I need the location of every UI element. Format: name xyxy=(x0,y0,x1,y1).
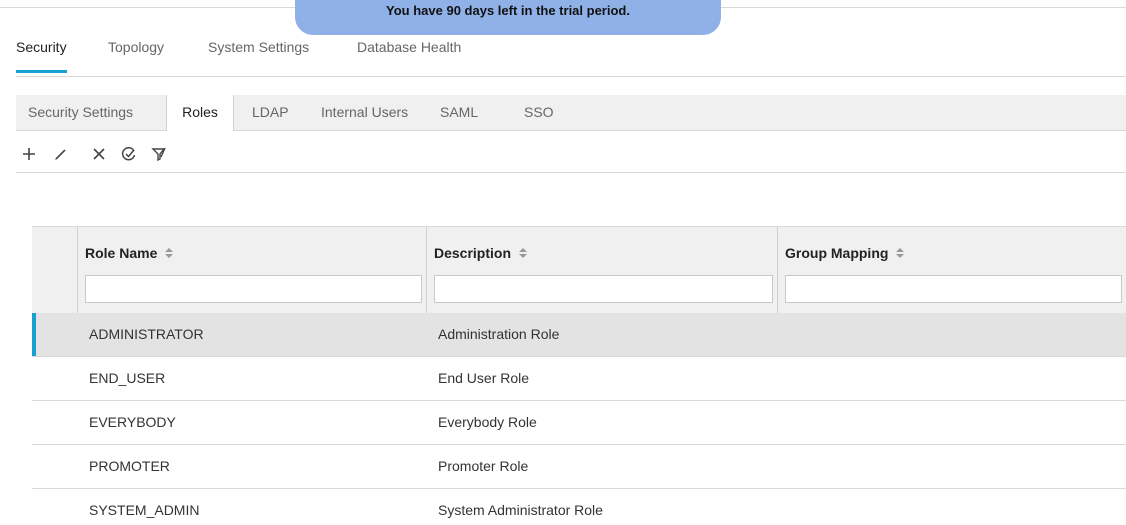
trial-banner-text: You have 90 days left in the trial perio… xyxy=(386,3,630,18)
role-name-cell: ADMINISTRATOR xyxy=(89,326,204,342)
sort-icon[interactable] xyxy=(517,247,529,259)
table-row[interactable]: SYSTEM_ADMIN System Administrator Role xyxy=(32,489,1126,525)
pencil-icon xyxy=(55,149,66,160)
subtab-internal-users[interactable]: Internal Users xyxy=(321,95,408,130)
role-name-cell: PROMOTER xyxy=(89,458,170,474)
trial-banner: You have 90 days left in the trial perio… xyxy=(295,0,721,35)
description-cell: Administration Role xyxy=(438,326,560,342)
subtab-roles-label: Roles xyxy=(182,104,218,120)
subtab-saml[interactable]: SAML xyxy=(440,95,478,130)
tab-topology-label: Topology xyxy=(108,39,165,55)
subtab-ldap[interactable]: LDAP xyxy=(252,95,289,130)
tab-security[interactable]: Security xyxy=(16,36,67,74)
subtab-sso-label: SSO xyxy=(524,104,554,120)
subtab-saml-label: SAML xyxy=(440,104,479,120)
subtab-internal-users-label: Internal Users xyxy=(321,104,409,120)
role-name-cell: EVERYBODY xyxy=(89,414,176,430)
row-selector[interactable] xyxy=(32,401,77,444)
column-description: Description xyxy=(426,227,778,313)
row-selector[interactable] xyxy=(32,313,77,356)
description-cell: End User Role xyxy=(438,370,530,386)
tab-security-label: Security xyxy=(16,39,67,55)
app-root: You have 90 days left in the trial perio… xyxy=(0,0,1126,525)
validate-button[interactable] xyxy=(118,143,140,165)
table-row[interactable]: END_USER End User Role xyxy=(32,357,1126,401)
description-cell: Promoter Role xyxy=(438,458,529,474)
subtab-security-settings-label: Security Settings xyxy=(28,104,134,120)
subtab-sso[interactable]: SSO xyxy=(524,95,554,130)
column-role-name: Role Name xyxy=(77,227,427,313)
role-name-filter-input[interactable] xyxy=(85,275,422,303)
column-group-mapping-label: Group Mapping xyxy=(785,245,889,261)
grid-header: Role Name Description Group Mapping xyxy=(32,226,1126,314)
row-selector-header xyxy=(32,227,78,313)
roles-grid: Role Name Description Group Mapping ADMI… xyxy=(32,226,1126,525)
description-cell: System Administrator Role xyxy=(438,502,603,518)
row-selector[interactable] xyxy=(32,489,77,525)
description-filter-input[interactable] xyxy=(434,275,773,303)
sub-tab-bar: Security Settings Roles LDAP Internal Us… xyxy=(16,95,1126,131)
check-circle-icon xyxy=(121,146,136,161)
column-description-label: Description xyxy=(434,245,512,261)
row-selector[interactable] xyxy=(32,357,77,400)
delete-button[interactable] xyxy=(88,143,110,165)
column-description-title[interactable]: Description xyxy=(434,245,529,261)
subtab-security-settings[interactable]: Security Settings xyxy=(28,95,133,130)
tab-database-health[interactable]: Database Health xyxy=(357,36,461,74)
toolbar xyxy=(16,137,1126,173)
edit-button[interactable] xyxy=(50,143,72,165)
sort-icon[interactable] xyxy=(163,247,175,259)
tab-system-settings[interactable]: System Settings xyxy=(208,36,309,74)
column-group-mapping: Group Mapping xyxy=(777,227,1126,313)
subtab-ldap-label: LDAP xyxy=(252,104,289,120)
table-row[interactable]: PROMOTER Promoter Role xyxy=(32,445,1126,489)
table-row[interactable]: EVERYBODY Everybody Role xyxy=(32,401,1126,445)
column-role-name-title[interactable]: Role Name xyxy=(85,245,175,261)
tab-topology[interactable]: Topology xyxy=(108,36,164,74)
role-name-cell: SYSTEM_ADMIN xyxy=(89,502,200,518)
column-group-mapping-title[interactable]: Group Mapping xyxy=(785,245,906,261)
sort-icon[interactable] xyxy=(894,247,906,259)
table-row[interactable]: ADMINISTRATOR Administration Role xyxy=(32,313,1126,357)
clear-filter-button[interactable] xyxy=(148,143,170,165)
role-name-cell: END_USER xyxy=(89,370,166,386)
add-button[interactable] xyxy=(18,143,40,165)
tab-system-settings-label: System Settings xyxy=(208,39,310,55)
main-tab-bar: Security Topology System Settings Databa… xyxy=(16,36,1126,77)
row-selector[interactable] xyxy=(32,445,77,488)
close-icon xyxy=(93,148,105,160)
tab-database-health-label: Database Health xyxy=(357,39,462,55)
clear-filter-icon xyxy=(151,147,166,162)
plus-icon xyxy=(23,148,35,160)
group-mapping-filter-input[interactable] xyxy=(785,275,1122,303)
column-role-name-label: Role Name xyxy=(85,245,158,261)
description-cell: Everybody Role xyxy=(438,414,537,430)
subtab-roles[interactable]: Roles xyxy=(166,95,234,131)
